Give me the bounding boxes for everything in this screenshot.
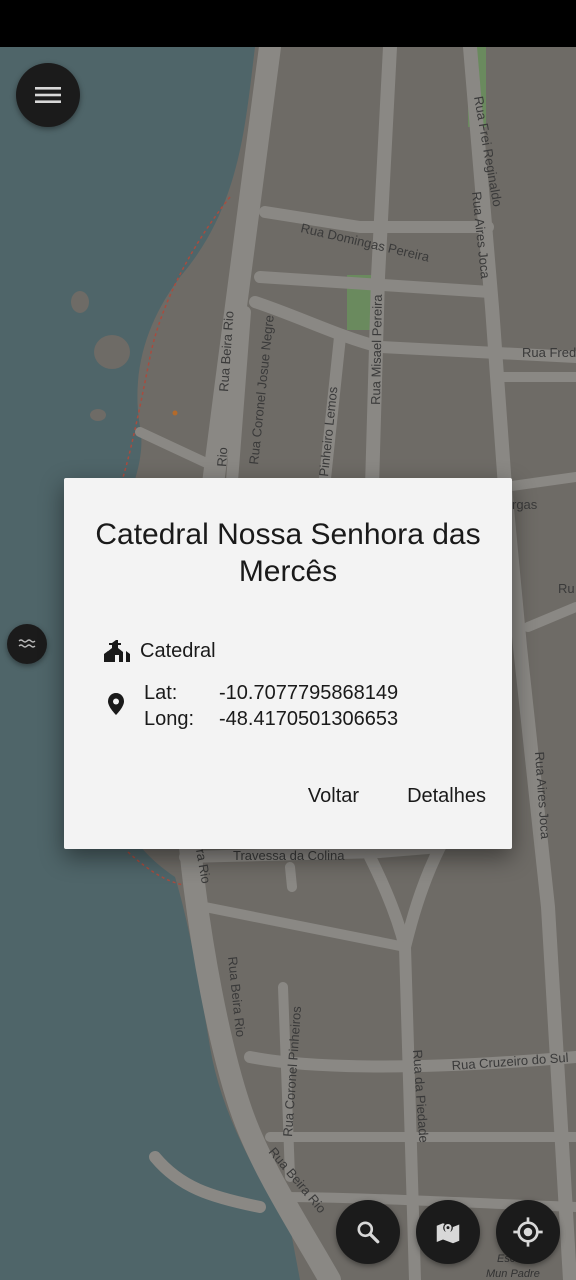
place-type-row: Catedral [104,638,216,664]
coordinates: Lat: -10.7077795868149 Long: -48.4170501… [144,680,398,732]
street-label: Ru [558,581,575,596]
water-icon [18,639,36,648]
place-icon [108,693,124,715]
island [90,409,106,421]
street-label: Pinheiro Lemos [316,385,340,477]
my-location-button[interactable] [496,1200,560,1264]
map-icon [436,1222,460,1244]
street-label: Rua Fred [522,345,576,360]
dialog-actions: Voltar Detalhes [308,785,486,808]
map-layers-button[interactable] [416,1200,480,1264]
search-icon [357,1221,380,1244]
place-type: Catedral [140,639,216,662]
longitude-row: Long: -48.4170501306653 [144,706,398,732]
street-label: Travessa da Colina [233,848,345,863]
latitude-value: -10.7077795868149 [219,682,399,704]
details-button[interactable]: Detalhes [407,785,486,808]
island [94,335,130,369]
longitude-label: Long: [144,708,195,730]
street-label: Rua Misael Pereira [368,293,385,405]
church-icon [104,640,130,662]
latitude-row: Lat: -10.7077795868149 [144,680,398,706]
gps-fixed-icon [513,1217,543,1247]
place-details-dialog: Catedral Nossa Senhora das Mercês Catedr… [64,478,512,849]
status-bar [0,0,576,47]
back-button[interactable]: Voltar [308,785,359,808]
water-layer-button[interactable] [7,624,47,664]
latitude-label: Lat: [144,682,178,704]
street-label: rgas [512,497,538,512]
search-button[interactable] [336,1200,400,1264]
island [71,291,89,313]
map-marker-dot [172,410,178,416]
longitude-value: -48.4170501306653 [219,708,399,730]
street-label: Rua Coronel Josue Negre [246,314,277,465]
menu-icon [35,87,61,103]
dialog-title: Catedral Nossa Senhora das Mercês [95,518,481,588]
menu-button[interactable] [16,63,80,127]
street-label: Rio [214,447,230,468]
poi-label: Mun Padre [486,1268,540,1280]
